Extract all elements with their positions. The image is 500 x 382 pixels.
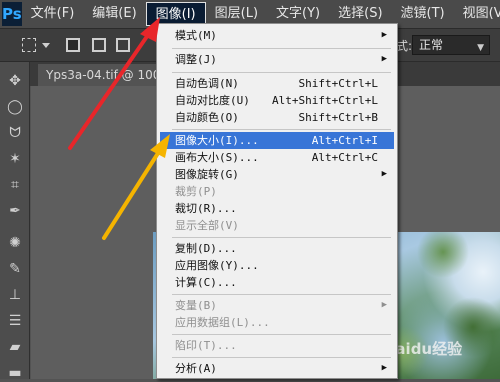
menu-item-analysis[interactable]: 分析(A) ▶ [160, 360, 394, 377]
menu-edit[interactable]: 编辑(E) [83, 2, 145, 26]
eraser-tool-icon[interactable]: ▰ [4, 338, 26, 356]
menu-separator [172, 48, 391, 49]
submenu-arrow-icon: ▶ [381, 363, 387, 373]
submenu-arrow-icon: ▶ [381, 300, 387, 310]
elliptical-marquee-icon[interactable]: ◯ [4, 98, 26, 116]
menu-separator [172, 129, 391, 130]
menu-item-trim[interactable]: 裁切(R)... [160, 200, 394, 217]
tools-panel: ✥ ◯ ᗢ ✶ ⌗ ✒ ✺ ✎ ⊥ ☰ ▰ ▬ [0, 62, 30, 382]
menu-item-auto-tone[interactable]: 自动色调(N) Shift+Ctrl+L [160, 75, 394, 92]
menu-separator [172, 357, 391, 358]
menu-item-apply-data-set: 应用数据组(L)... [175, 316, 270, 329]
menu-separator [172, 237, 391, 238]
menu-item-duplicate[interactable]: 复制(D)... [160, 240, 394, 257]
menu-item-image-rotation[interactable]: 图像旋转(G) ▶ [160, 166, 394, 183]
rectangular-marquee-icon[interactable] [22, 38, 36, 52]
document-tab[interactable]: Yps3a-04.tif @ 100 [38, 64, 169, 86]
clone-stamp-icon[interactable]: ⊥ [4, 286, 26, 304]
menu-item-image-size[interactable]: 图像大小(I)... Alt+Ctrl+I [160, 132, 394, 149]
style-select-value: 正常 [419, 38, 444, 52]
eyedropper-icon[interactable]: ✒ [4, 202, 26, 220]
menu-item-calculations[interactable]: 计算(C)... [160, 274, 394, 291]
lasso-tool-icon[interactable]: ᗢ [4, 124, 26, 142]
crop-tool-icon[interactable]: ⌗ [4, 176, 26, 194]
menu-view[interactable]: 视图(V) [454, 2, 500, 26]
magic-wand-icon[interactable]: ✶ [4, 150, 26, 168]
tool-preset-caret-icon[interactable] [42, 43, 50, 48]
submenu-arrow-icon: ▶ [381, 30, 387, 40]
menu-separator [172, 294, 391, 295]
menu-item-apply-image[interactable]: 应用图像(Y)... [160, 257, 394, 274]
history-brush-icon[interactable]: ☰ [4, 312, 26, 330]
submenu-arrow-icon: ▶ [381, 54, 387, 64]
healing-brush-icon[interactable]: ✺ [4, 234, 26, 252]
style-select[interactable]: 正常 ▼ [412, 35, 490, 55]
menu-item-variables: 变量(B) ▶ [175, 299, 387, 312]
menu-item-reveal-all: 显示全部(V) [175, 219, 239, 232]
menu-item-auto-contrast[interactable]: 自动对比度(U) Alt+Shift+Ctrl+L [160, 92, 394, 109]
subtract-from-selection-icon[interactable] [116, 38, 130, 52]
menu-item-crop: 裁剪(P) [175, 185, 217, 198]
menu-item-adjustments[interactable]: 调整(J) ▶ [160, 51, 394, 68]
menu-item-trap: 陷印(T)... [175, 339, 237, 352]
style-label: 式: [396, 39, 413, 53]
menu-item-mode[interactable]: 模式(M) ▶ [160, 27, 394, 44]
menu-separator [172, 72, 391, 73]
menu-item-auto-color[interactable]: 自动颜色(O) Shift+Ctrl+B [160, 109, 394, 126]
image-menu-dropdown: 模式(M) ▶ 调整(J) ▶ 自动色调(N) Shift+Ctrl+L 自动对… [156, 23, 398, 379]
gradient-tool-icon[interactable]: ▬ [4, 364, 26, 382]
add-to-selection-icon[interactable] [92, 38, 106, 52]
new-selection-icon[interactable] [66, 38, 80, 52]
move-tool-icon[interactable]: ✥ [4, 72, 26, 90]
chevron-down-icon: ▼ [477, 43, 484, 53]
brush-tool-icon[interactable]: ✎ [4, 260, 26, 278]
menu-file[interactable]: 文件(F) [22, 2, 84, 26]
menu-filter[interactable]: 滤镜(T) [392, 2, 454, 26]
submenu-arrow-icon: ▶ [381, 169, 387, 179]
menu-separator [172, 334, 391, 335]
photoshop-logo: Ps [2, 2, 22, 26]
menu-item-canvas-size[interactable]: 画布大小(S)... Alt+Ctrl+C [160, 149, 394, 166]
